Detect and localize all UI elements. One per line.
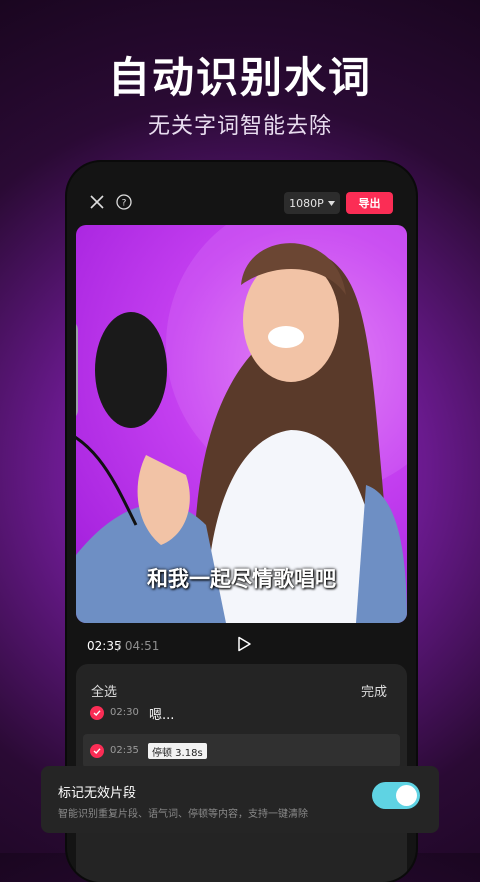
pause-badge: 停顿 3.18s bbox=[148, 743, 207, 759]
playback-bar: 02:35 / 04:51 bbox=[67, 632, 416, 662]
resolution-dropdown[interactable]: 1080P bbox=[284, 192, 340, 214]
total-time: / 04:51 bbox=[117, 639, 160, 653]
help-icon[interactable]: ? bbox=[114, 192, 134, 212]
svg-text:?: ? bbox=[122, 199, 127, 209]
toggle-knob bbox=[396, 785, 417, 806]
close-icon[interactable] bbox=[87, 192, 107, 212]
filler-word: 嗯... bbox=[149, 708, 175, 723]
video-preview[interactable]: 和我一起尽情歌唱吧 bbox=[76, 225, 407, 623]
top-toolbar: ? 1080P 导出 bbox=[67, 162, 416, 226]
mark-invalid-toggle[interactable] bbox=[372, 782, 420, 809]
check-icon[interactable] bbox=[90, 706, 104, 720]
chevron-down-icon bbox=[327, 200, 335, 206]
transcript-row[interactable]: 02:35 停顿 3.18s bbox=[83, 734, 400, 768]
card-description: 智能识别重复片段、语气词、停顿等内容，支持一键清除 bbox=[58, 809, 308, 820]
mark-invalid-card: 标记无效片段 智能识别重复片段、语气词、停顿等内容，支持一键清除 bbox=[41, 766, 439, 833]
row-timestamp: 02:35 bbox=[110, 745, 139, 756]
video-caption: 和我一起尽情歌唱吧 bbox=[147, 567, 336, 591]
resolution-label: 1080P bbox=[289, 196, 324, 210]
play-icon[interactable] bbox=[236, 636, 256, 656]
check-icon[interactable] bbox=[90, 744, 104, 758]
export-button[interactable]: 导出 bbox=[346, 192, 393, 214]
transcript-row[interactable]: 02:30 嗯... bbox=[76, 696, 407, 730]
hero-subtitle: 无关字词智能去除 bbox=[147, 114, 332, 139]
hero-title: 自动识别水词 bbox=[107, 53, 372, 102]
card-title: 标记无效片段 bbox=[58, 786, 137, 801]
row-timestamp: 02:30 bbox=[110, 707, 139, 718]
